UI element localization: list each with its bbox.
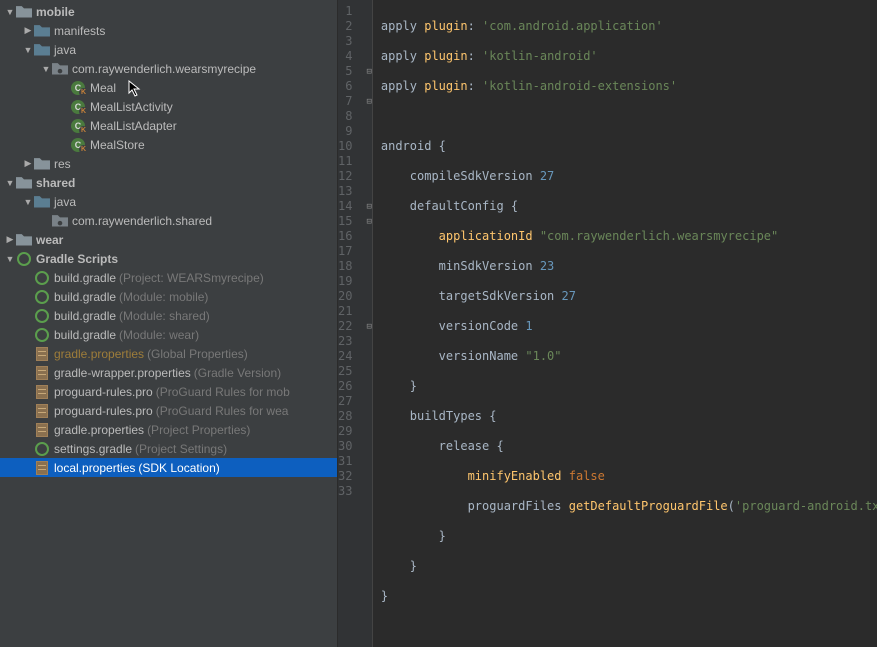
project-tree[interactable]: ▼ mobile ▶ manifests ▼ java ▼ com.raywen…: [0, 0, 338, 647]
gradle-icon: [34, 308, 50, 324]
tree-label: shared: [36, 176, 75, 190]
tree-label: MealListActivity: [90, 100, 173, 114]
tree-label: java: [54, 195, 76, 209]
tree-folder-manifests[interactable]: ▶ manifests: [0, 21, 337, 40]
folder-icon: [34, 23, 50, 39]
chevron-down-icon: ▼: [22, 45, 34, 55]
tree-hint: (Project: WEARSmyrecipe): [119, 271, 264, 285]
code-area[interactable]: apply plugin: 'com.android.application' …: [373, 0, 877, 647]
tree-class-meal[interactable]: C Meal: [0, 78, 337, 97]
tree-hint: (SDK Location): [138, 461, 219, 475]
tree-label: build.gradle: [54, 271, 116, 285]
tree-build-gradle-shared[interactable]: build.gradle (Module: shared): [0, 306, 337, 325]
properties-icon: [34, 365, 50, 381]
tree-label: MealListAdapter: [90, 119, 177, 133]
chevron-down-icon: ▼: [4, 7, 16, 17]
tree-hint: (Global Properties): [147, 347, 248, 361]
tree-label: manifests: [54, 24, 105, 38]
gradle-icon: [34, 289, 50, 305]
tree-label: com.raywenderlich.shared: [72, 214, 212, 228]
tree-label: local.properties: [54, 461, 135, 475]
tree-gradle-properties-project[interactable]: gradle.properties (Project Properties): [0, 420, 337, 439]
tree-hint: (Module: wear): [119, 328, 199, 342]
folder-icon: [16, 4, 32, 20]
tree-folder-java-shared[interactable]: ▼ java: [0, 192, 337, 211]
tree-label: proguard-rules.pro: [54, 385, 153, 399]
gradle-icon: [34, 270, 50, 286]
tree-folder-java[interactable]: ▼ java: [0, 40, 337, 59]
tree-build-gradle-project[interactable]: build.gradle (Project: WEARSmyrecipe): [0, 268, 337, 287]
tree-label: com.raywenderlich.wearsmyrecipe: [72, 62, 256, 76]
tree-hint: (ProGuard Rules for mob: [156, 385, 290, 399]
tree-label: build.gradle: [54, 290, 116, 304]
class-icon: C: [70, 118, 86, 134]
tree-label: wear: [36, 233, 63, 247]
chevron-right-icon: ▶: [22, 25, 34, 36]
package-icon: [52, 61, 68, 77]
chevron-down-icon: ▼: [22, 197, 34, 207]
tree-label: mobile: [36, 5, 75, 19]
gradle-icon: [16, 251, 32, 267]
folder-icon: [16, 175, 32, 191]
chevron-down-icon: ▼: [4, 254, 16, 264]
tree-hint: (Project Properties): [147, 423, 250, 437]
tree-package-mobile[interactable]: ▼ com.raywenderlich.wearsmyrecipe: [0, 59, 337, 78]
properties-icon: [34, 346, 50, 362]
tree-settings-gradle[interactable]: settings.gradle (Project Settings): [0, 439, 337, 458]
properties-icon: [34, 460, 50, 476]
tree-label: gradle-wrapper.properties: [54, 366, 191, 380]
class-icon: C: [70, 99, 86, 115]
class-icon: C: [70, 137, 86, 153]
properties-icon: [34, 384, 50, 400]
tree-hint: (Module: shared): [119, 309, 210, 323]
class-icon: C: [70, 80, 86, 96]
tree-label: res: [54, 157, 71, 171]
chevron-down-icon: ▼: [40, 64, 52, 74]
tree-gradle-properties-global[interactable]: gradle.properties (Global Properties): [0, 344, 337, 363]
gradle-icon: [34, 441, 50, 457]
folder-icon: [16, 232, 32, 248]
tree-hint: (Project Settings): [135, 442, 227, 456]
tree-class-meallistadapter[interactable]: C MealListAdapter: [0, 116, 337, 135]
folder-icon: [34, 42, 50, 58]
tree-gradle-scripts[interactable]: ▼ Gradle Scripts: [0, 249, 337, 268]
tree-folder-res[interactable]: ▶ res: [0, 154, 337, 173]
code-editor[interactable]: 1234567891011121314151617181920212223242…: [338, 0, 877, 647]
tree-module-shared[interactable]: ▼ shared: [0, 173, 337, 192]
tree-label: MealStore: [90, 138, 145, 152]
tree-local-properties[interactable]: local.properties (SDK Location): [0, 458, 337, 477]
tree-hint: (Gradle Version): [194, 366, 281, 380]
tree-label: java: [54, 43, 76, 57]
tree-package-shared[interactable]: com.raywenderlich.shared: [0, 211, 337, 230]
tree-build-gradle-mobile[interactable]: build.gradle (Module: mobile): [0, 287, 337, 306]
folder-icon: [34, 156, 50, 172]
tree-module-mobile[interactable]: ▼ mobile: [0, 2, 337, 21]
tree-hint: (ProGuard Rules for wea: [156, 404, 289, 418]
tree-label: build.gradle: [54, 309, 116, 323]
tree-label: gradle.properties: [54, 423, 144, 437]
properties-icon: [34, 422, 50, 438]
tree-module-wear[interactable]: ▶ wear: [0, 230, 337, 249]
tree-class-meallistactivity[interactable]: C MealListActivity: [0, 97, 337, 116]
tree-label: build.gradle: [54, 328, 116, 342]
tree-label: gradle.properties: [54, 347, 144, 361]
chevron-down-icon: ▼: [4, 178, 16, 188]
chevron-right-icon: ▶: [4, 234, 16, 245]
tree-hint: (Module: mobile): [119, 290, 208, 304]
package-icon: [52, 213, 68, 229]
folder-icon: [34, 194, 50, 210]
tree-proguard-wear[interactable]: proguard-rules.pro (ProGuard Rules for w…: [0, 401, 337, 420]
tree-build-gradle-wear[interactable]: build.gradle (Module: wear): [0, 325, 337, 344]
tree-label: settings.gradle: [54, 442, 132, 456]
chevron-right-icon: ▶: [22, 158, 34, 169]
tree-label: Meal: [90, 81, 116, 95]
gradle-icon: [34, 327, 50, 343]
tree-proguard-mobile[interactable]: proguard-rules.pro (ProGuard Rules for m…: [0, 382, 337, 401]
tree-class-mealstore[interactable]: C MealStore: [0, 135, 337, 154]
properties-icon: [34, 403, 50, 419]
tree-label: proguard-rules.pro: [54, 404, 153, 418]
tree-label: Gradle Scripts: [36, 252, 118, 266]
tree-gradle-wrapper-properties[interactable]: gradle-wrapper.properties (Gradle Versio…: [0, 363, 337, 382]
line-number-gutter: 1234567891011121314151617181920212223242…: [338, 0, 366, 647]
